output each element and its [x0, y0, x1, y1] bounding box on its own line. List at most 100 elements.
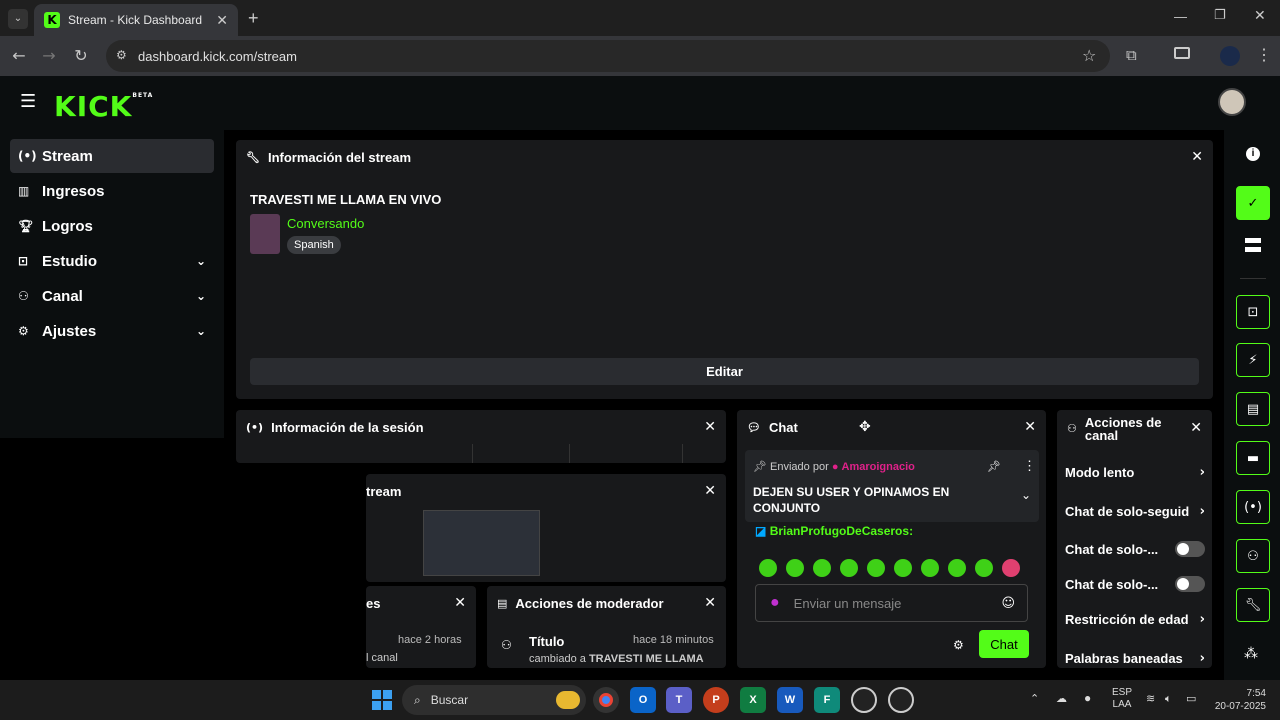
mic-icon[interactable]: ● — [770, 594, 780, 612]
windows-start-icon[interactable] — [372, 690, 392, 710]
bookmark-star-icon[interactable]: ☆ — [1082, 46, 1096, 65]
chevron-right-icon: › — [1199, 504, 1205, 519]
outlook-icon[interactable]: O — [630, 687, 656, 713]
chevron-down-icon[interactable]: ⌄ — [196, 254, 206, 268]
action-followers-only[interactable]: Chat de solo-seguid › — [1065, 504, 1205, 519]
chevron-down-icon[interactable]: ⌄ — [1021, 488, 1031, 502]
app-icon[interactable] — [888, 687, 914, 713]
reload-icon[interactable]: ↻ — [66, 46, 96, 65]
forms-icon[interactable]: F — [814, 687, 840, 713]
restore-icon[interactable]: ❐ — [1214, 8, 1226, 23]
sidebar-item-stream[interactable]: (•) Stream — [10, 139, 214, 173]
pinned-message-text: DEJEN SU USER Y OPINAMOS EN CONJUNTO — [753, 485, 950, 515]
channel-icon[interactable]: ⚇ — [1236, 539, 1270, 573]
sidebar-item-ingresos[interactable]: ▥ Ingresos — [10, 174, 214, 208]
lightning-icon[interactable]: ⚡︎ — [1236, 343, 1270, 377]
clock[interactable]: 7:54 20-07-2025 — [1212, 687, 1266, 713]
unpin-icon[interactable]: 📌︎ — [987, 460, 1001, 473]
username[interactable]: BrianProfugoDeCaseros — [770, 524, 909, 538]
category-thumbnail[interactable] — [250, 214, 280, 254]
action-label: Restricción de edad — [1065, 612, 1189, 627]
stat-divider — [682, 444, 683, 463]
move-handle-icon[interactable]: ✥ — [859, 419, 871, 435]
sidebar-item-estudio[interactable]: ⊡ Estudio ⌄ — [10, 244, 214, 278]
site-info-icon[interactable]: ⚙ — [116, 48, 127, 62]
close-icon[interactable]: ✕ — [1190, 420, 1202, 436]
chart-icon: ▥ — [18, 184, 30, 198]
action-banned-words[interactable]: Palabras baneadas › — [1065, 651, 1205, 666]
toggle-switch[interactable] — [1175, 576, 1205, 592]
camera-icon[interactable]: ⊡ — [1236, 295, 1270, 329]
wifi-icon[interactable]: ≋ — [1146, 692, 1155, 705]
url-bar[interactable]: ⚙ dashboard.kick.com/stream ☆ — [106, 40, 1110, 72]
action-age-restriction[interactable]: Restricción de edad › — [1065, 612, 1205, 627]
menu-dots-icon[interactable]: ⋮ — [1256, 45, 1272, 65]
new-tab-button[interactable]: + — [248, 8, 259, 29]
chat-message-user[interactable]: ◪ BrianProfugoDeCaseros: — [755, 524, 913, 538]
chevron-right-icon: › — [1199, 612, 1205, 627]
channel-actions-panel: ⚇ Acciones de canal ✕ Modo lento › Chat d… — [1057, 410, 1212, 668]
extensions-icon[interactable]: ⧉ — [1126, 46, 1137, 64]
chevron-down-icon[interactable]: ⌄ — [196, 289, 206, 303]
emoji-icon[interactable]: ☺ — [1001, 596, 1015, 611]
user-edit-icon: ⚇ — [501, 638, 512, 652]
excel-icon[interactable]: X — [740, 687, 766, 713]
sidepanel-icon[interactable] — [1174, 47, 1190, 59]
action-subs-only[interactable]: Chat de solo-... — [1065, 541, 1205, 557]
powerpoint-icon[interactable]: P — [703, 687, 729, 713]
gear-icon[interactable]: ⚙ — [953, 638, 964, 652]
sidebar-item-ajustes[interactable]: ⚙ Ajustes ⌄ — [10, 314, 214, 348]
forward-icon[interactable]: → — [34, 46, 64, 65]
microphone-icon[interactable]: ● — [1084, 691, 1091, 705]
document-icon[interactable]: ▤ — [1236, 392, 1270, 426]
broadcast-icon[interactable]: (•) — [1236, 490, 1270, 524]
info-icon[interactable]: i — [1246, 147, 1260, 161]
language-indicator[interactable]: ESP LAA — [1112, 687, 1132, 711]
taskbar-search[interactable]: ⌕ Buscar — [402, 685, 586, 715]
wrench-icon[interactable]: 🔧︎ — [1236, 588, 1270, 622]
minimize-icon[interactable]: — — [1174, 9, 1187, 24]
pinned-by-user[interactable]: Amaroignacio — [842, 461, 915, 473]
chevron-up-icon[interactable]: ⌃ — [1030, 692, 1039, 705]
teams-icon[interactable]: T — [666, 687, 692, 713]
close-icon[interactable]: ✕ — [1191, 149, 1203, 165]
layout-icon[interactable] — [1245, 238, 1261, 252]
close-icon[interactable]: ✕ — [704, 483, 716, 499]
battery-icon[interactable]: ▭ — [1186, 692, 1196, 705]
send-chat-button[interactable]: Chat — [979, 630, 1029, 658]
close-icon[interactable]: ✕ — [1024, 419, 1036, 435]
word-icon[interactable]: W — [777, 687, 803, 713]
chrome-icon[interactable] — [593, 687, 619, 713]
check-icon[interactable]: ✓ — [1236, 186, 1270, 220]
sidebar-item-logros[interactable]: 🏆︎ Logros — [10, 209, 214, 243]
edit-button[interactable]: Editar — [250, 358, 1199, 385]
tab-list-icon[interactable]: ⌄ — [8, 9, 28, 29]
hamburger-menu-icon[interactable]: ☰ — [20, 93, 36, 111]
user-avatar[interactable] — [1218, 88, 1246, 116]
obs-icon[interactable] — [851, 687, 877, 713]
sidebar-item-canal[interactable]: ⚇ Canal ⌄ — [10, 279, 214, 313]
chat-bubble-icon[interactable]: ▬ — [1236, 441, 1270, 475]
window-close-icon[interactable]: ✕ — [1254, 8, 1266, 24]
emote-icon — [813, 559, 831, 577]
more-options-icon[interactable]: ⋮ — [1023, 458, 1036, 474]
stream-preview-header: tream ✕ — [366, 474, 726, 508]
action-slow-mode[interactable]: Modo lento › — [1065, 465, 1205, 480]
browser-tab[interactable]: K Stream - Kick Dashboard ✕ — [34, 4, 238, 36]
category-link[interactable]: Conversando — [287, 216, 364, 231]
action-emotes-only[interactable]: Chat de solo-... — [1065, 576, 1205, 592]
volume-icon[interactable]: 🔈︎ — [1165, 692, 1172, 706]
back-icon[interactable]: ← — [4, 46, 34, 65]
close-icon[interactable]: ✕ — [454, 595, 466, 611]
toggle-switch[interactable] — [1175, 541, 1205, 557]
tab-close-icon[interactable]: ✕ — [216, 12, 228, 29]
close-icon[interactable]: ✕ — [704, 595, 716, 611]
close-icon[interactable]: ✕ — [704, 419, 716, 435]
stream-preview-thumbnail[interactable] — [423, 510, 540, 576]
share-nodes-icon[interactable]: ⁂ — [1244, 646, 1258, 662]
profile-avatar[interactable] — [1220, 46, 1240, 66]
cloud-icon[interactable]: ☁ — [1056, 692, 1067, 705]
kick-logo[interactable]: KICKBETA — [54, 90, 153, 123]
chevron-down-icon[interactable]: ⌄ — [196, 324, 206, 338]
chat-input[interactable]: ● Enviar un mensaje ☺ — [755, 584, 1028, 622]
